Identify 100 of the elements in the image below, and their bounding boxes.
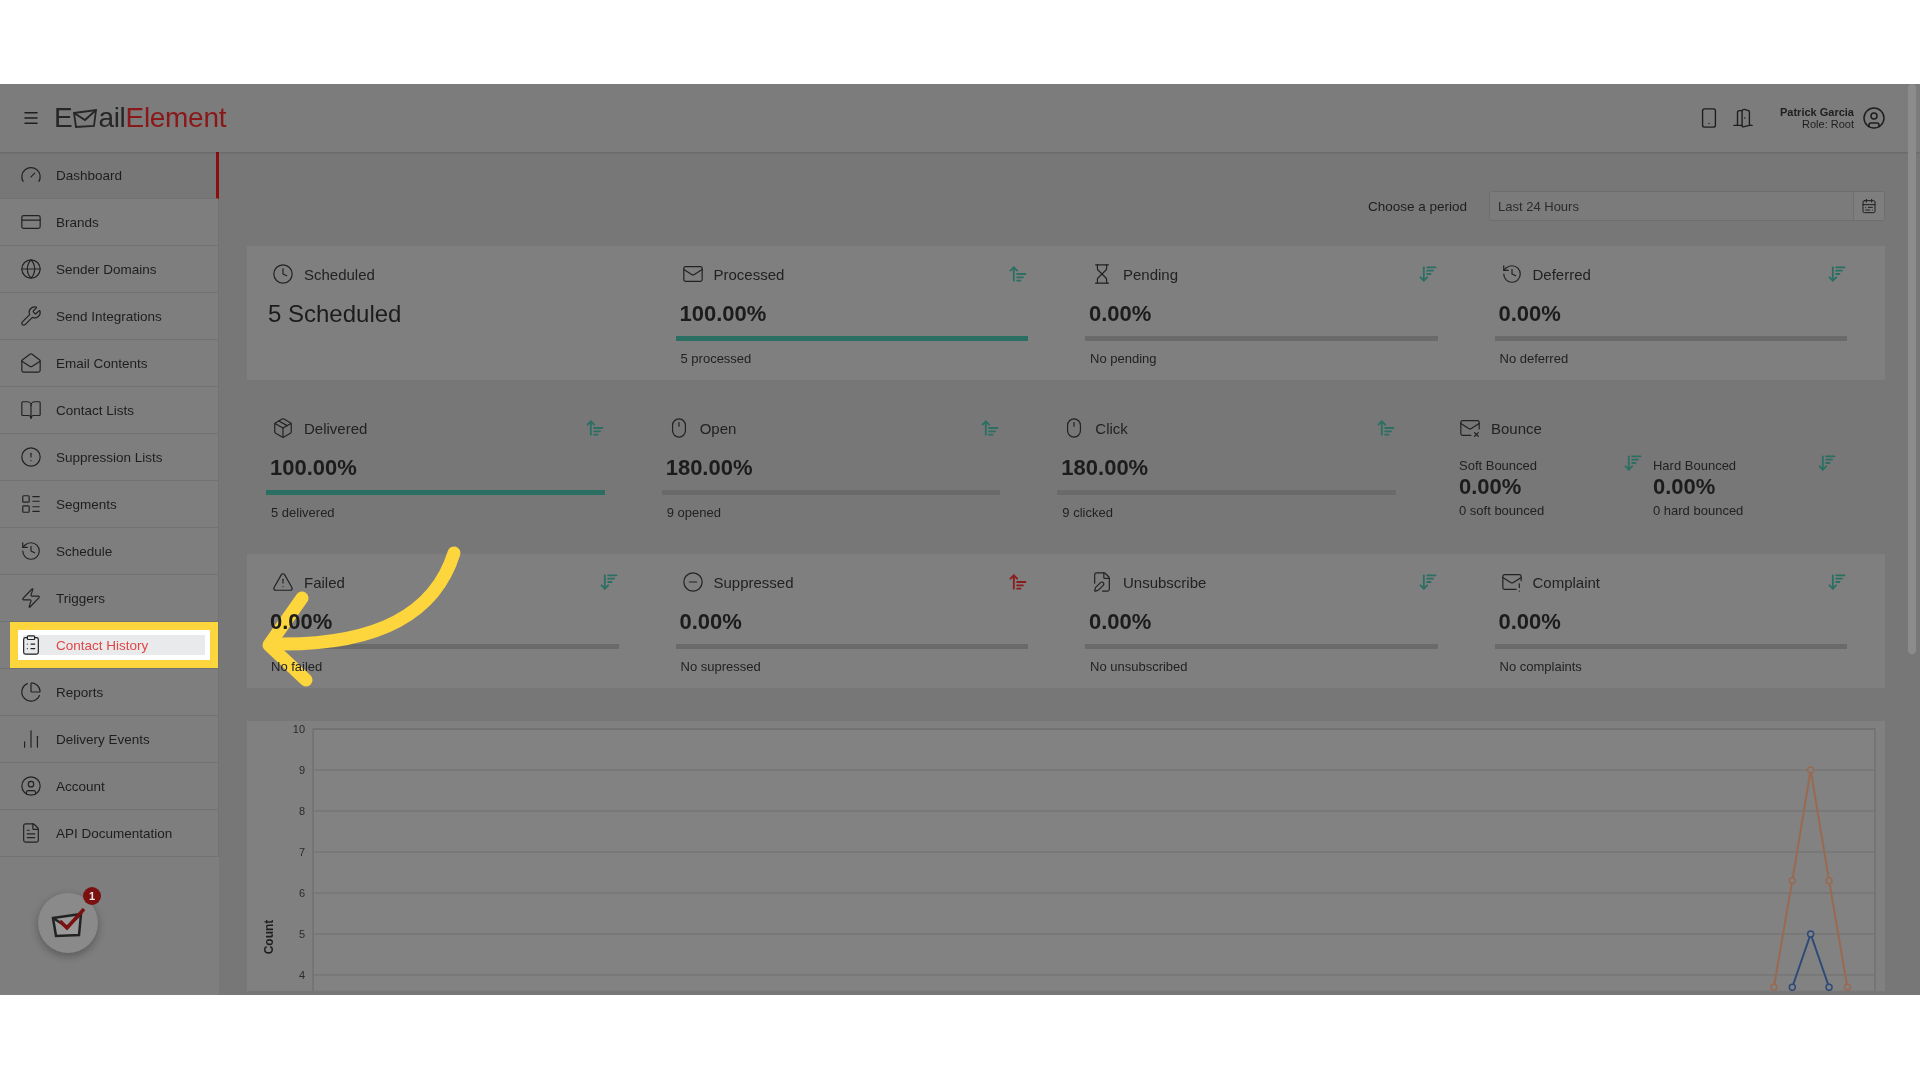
card-note: No supressed: [679, 659, 761, 674]
card-title: Processed: [713, 265, 786, 283]
sort-down-icon[interactable]: [1827, 572, 1847, 592]
user-name: Patrick Garcia: [1780, 106, 1854, 118]
sort-up-icon[interactable]: [1008, 264, 1028, 284]
card-note: No pending: [1089, 351, 1157, 366]
data-point: [1788, 876, 1797, 885]
user-icon[interactable]: [1862, 106, 1886, 130]
notification-button[interactable]: [38, 893, 98, 953]
sidebar-item[interactable]: Contact History: [0, 622, 219, 669]
data-point: [1825, 876, 1833, 885]
card-value: 0.00%: [1088, 608, 1152, 636]
card-note: 9 clicked: [1061, 505, 1113, 520]
axis-tick-label: 6: [298, 887, 306, 899]
user-role: Role: Root: [1802, 118, 1854, 130]
card-value: 180.00%: [664, 454, 753, 482]
envelope-icon: [20, 352, 42, 374]
card-title: Deferred: [1532, 265, 1592, 283]
period-label: Choose a period: [1367, 198, 1467, 214]
notification-badge: 1: [83, 887, 101, 905]
metric-value: 0.00%: [1653, 473, 1717, 501]
card-value: 100.00%: [269, 454, 357, 482]
card-note: No deferred: [1498, 351, 1569, 366]
sort-up-icon[interactable]: [1008, 572, 1028, 592]
logo-envelope-icon: [72, 107, 99, 129]
period-select[interactable]: Last 24 Hours: [1489, 191, 1885, 221]
metric-note: 0 soft bounced: [1459, 503, 1546, 518]
file-pen-icon: [1091, 571, 1113, 593]
metric-value: 0.00%: [1459, 473, 1523, 501]
wrench-icon: [20, 305, 42, 327]
alert-icon: [20, 446, 42, 468]
sidebar-item[interactable]: Segments: [0, 481, 219, 528]
data-point: [1806, 766, 1815, 774]
calendar-icon[interactable]: [1853, 192, 1884, 220]
sort-down-icon[interactable]: [598, 572, 619, 592]
document-icon: [20, 822, 42, 844]
clipboard-icon: [20, 634, 42, 656]
data-point: [1806, 930, 1815, 938]
data-point: [1843, 983, 1852, 992]
axis-title: Count: [262, 919, 277, 955]
axis-tick-label: 9: [298, 764, 306, 776]
sidebar-item[interactable]: Delivery Events: [0, 716, 219, 763]
sort-down-icon[interactable]: [1827, 264, 1847, 284]
sort-down-icon[interactable]: [1623, 452, 1643, 473]
warning-icon: [272, 571, 294, 593]
globe-icon: [20, 258, 42, 280]
sort-down-icon[interactable]: [1817, 452, 1837, 473]
envelope-icon: [681, 263, 704, 285]
card-title: Open: [699, 419, 738, 437]
sidebar-item[interactable]: Schedule: [0, 528, 219, 575]
data-point: [1825, 983, 1833, 992]
card-note: No complaints: [1498, 659, 1582, 674]
sidebar-item[interactable]: Account: [0, 763, 219, 810]
sidebar-item[interactable]: Contact Lists: [0, 387, 219, 434]
clock-arrow-icon: [20, 540, 42, 562]
logo-text: Element: [125, 102, 227, 134]
book-icon: [20, 399, 42, 421]
sidebar-item[interactable]: Email Contents: [0, 340, 219, 387]
sidebar-item[interactable]: Sender Domains: [0, 246, 219, 293]
axis-tick-label: 10: [292, 723, 306, 735]
menu-icon[interactable]: [22, 109, 40, 127]
lightning-icon: [20, 587, 42, 609]
card-value: 0.00%: [1088, 300, 1152, 328]
card-title: Pending: [1123, 265, 1180, 283]
sidebar-item[interactable]: Brands: [0, 199, 219, 246]
clock-icon: [272, 263, 294, 285]
envelope-x-icon: [1459, 417, 1481, 439]
card-title: Scheduled: [304, 265, 376, 283]
card-title: Failed: [304, 573, 346, 591]
sort-down-icon[interactable]: [1417, 572, 1438, 592]
axis-tick-label: 7: [298, 846, 306, 858]
sort-up-icon[interactable]: [584, 418, 605, 438]
sidebar-item[interactable]: Reports: [0, 669, 219, 716]
scrollbar[interactable]: [1908, 84, 1916, 654]
sidebar-item[interactable]: API Documentation: [0, 810, 219, 857]
axis-tick-label: 4: [298, 969, 306, 981]
list-icon: [20, 493, 42, 515]
card-note: 5 processed: [679, 351, 752, 366]
door-icon[interactable]: [1732, 107, 1754, 129]
card-title: Click: [1095, 419, 1129, 437]
card-value: 0.00%: [1497, 608, 1561, 636]
clock-arrow-icon: [1500, 263, 1523, 285]
sort-up-icon[interactable]: [1376, 418, 1396, 438]
package-icon: [272, 417, 294, 439]
axis-tick-label: 8: [298, 805, 306, 817]
card-value: 0.00%: [678, 608, 742, 636]
card-value: 5 Scheduled: [267, 300, 403, 328]
sidebar-item[interactable]: Dashboard: [0, 152, 219, 199]
pie-chart-icon: [20, 681, 42, 703]
card-value: 0.00%: [1497, 300, 1561, 328]
card-title: Complaint: [1532, 573, 1602, 591]
data-point: [1788, 983, 1797, 992]
sort-down-icon[interactable]: [1417, 264, 1438, 284]
metric-note: 0 hard bounced: [1653, 503, 1745, 518]
sidebar-item[interactable]: Send Integrations: [0, 293, 219, 340]
sidebar-item[interactable]: Suppression Lists: [0, 434, 219, 481]
sort-up-icon[interactable]: [980, 418, 1001, 438]
card-note: 9 opened: [665, 505, 721, 520]
logo-text: E: [54, 102, 73, 134]
minus-circle-icon: [681, 571, 704, 593]
